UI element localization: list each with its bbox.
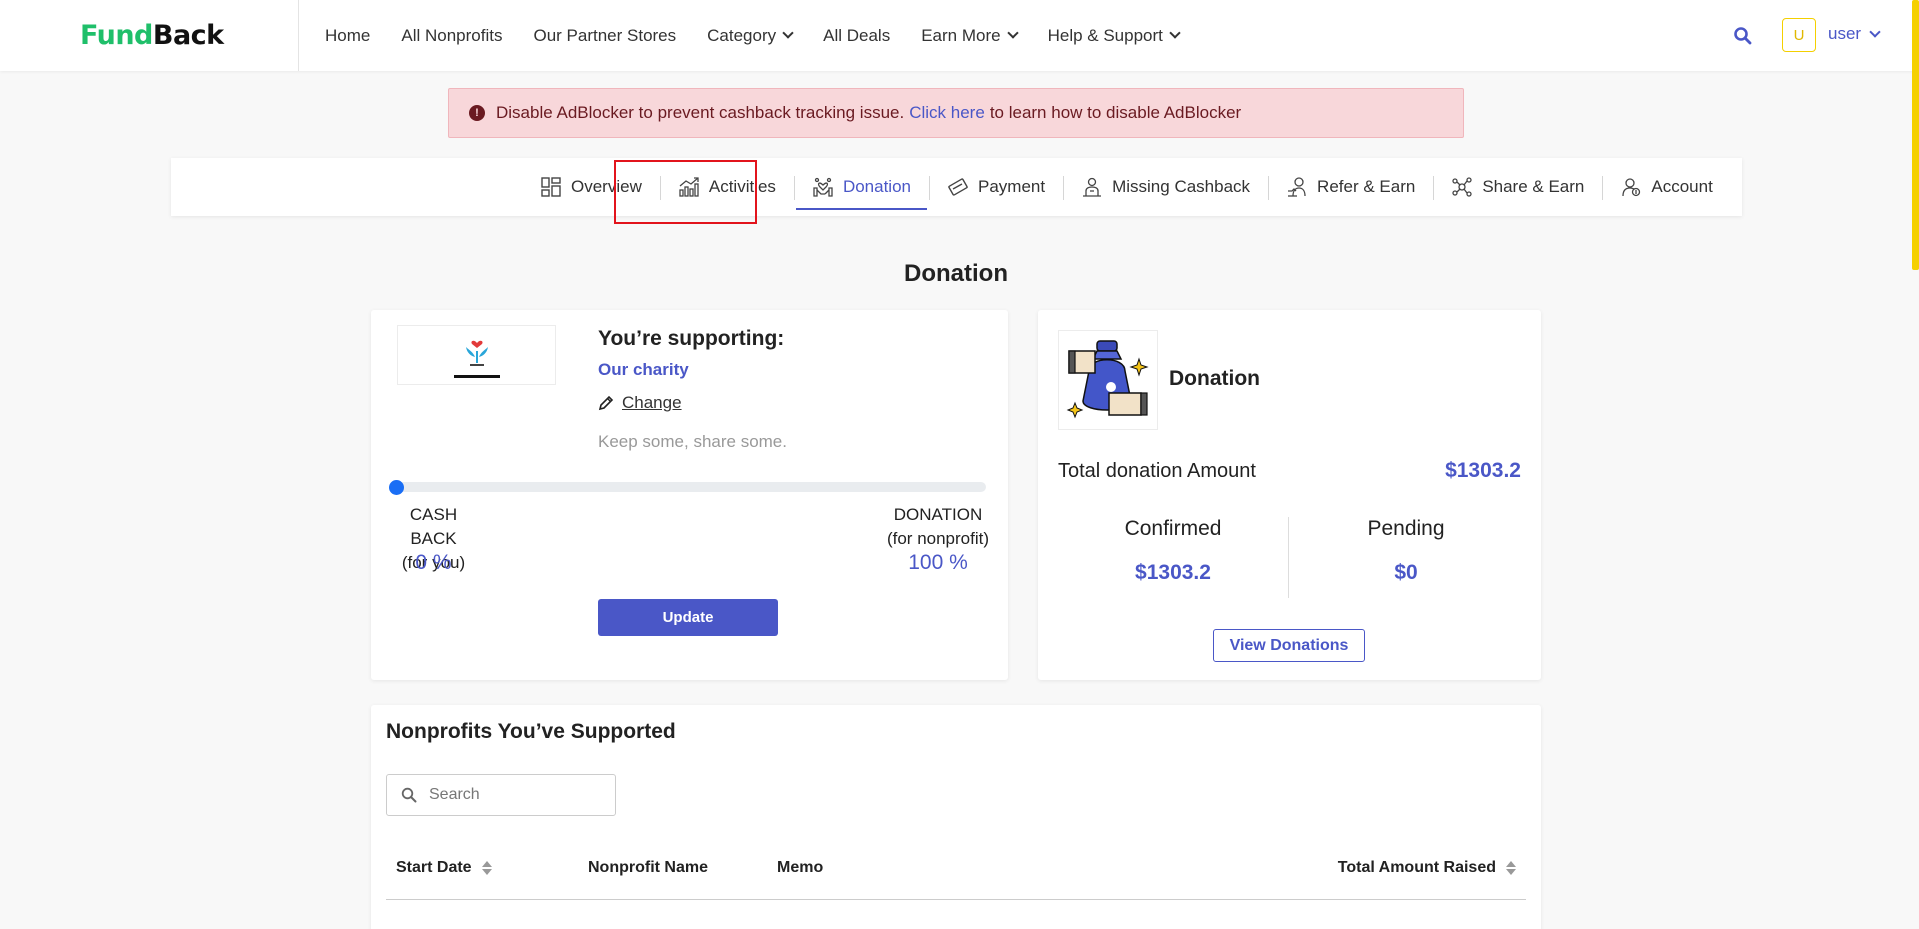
nav-all-deals[interactable]: All Deals (823, 26, 890, 46)
nonprofits-title: Nonprofits You’ve Supported (386, 720, 676, 743)
tab-missing-cashback[interactable]: Missing Cashback (1063, 158, 1268, 216)
refer-icon (1288, 177, 1306, 197)
payment-icon (948, 178, 968, 196)
alert-text-after: to learn how to disable AdBlocker (989, 103, 1242, 122)
search-icon (401, 787, 417, 803)
alert-learn-link[interactable]: Click here (909, 103, 985, 123)
confirmed-column: Confirmed $1303.2 (1058, 517, 1288, 585)
sort-icon[interactable] (1506, 861, 1516, 875)
nav-earn-more[interactable]: Earn More (921, 26, 1019, 46)
avatar[interactable]: U (1782, 18, 1816, 52)
cashback-title: CASH BACK (409, 505, 458, 548)
chevron-down-icon (1869, 25, 1881, 38)
update-button[interactable]: Update (598, 599, 778, 636)
confirmed-value: $1303.2 (1135, 561, 1211, 584)
supporting-card: You’re supporting: Our charity Change Ke… (371, 310, 1008, 680)
username-label: user (1828, 24, 1862, 43)
tab-donation[interactable]: Donation (793, 158, 929, 216)
column-header-memo: Memo (777, 859, 824, 876)
donation-label: DONATION (for nonprofit) (883, 503, 993, 551)
logo-back-text: Back (152, 20, 224, 51)
cashback-donation-slider[interactable] (389, 480, 986, 495)
share-icon (1452, 177, 1472, 197)
top-navbar: FundBack Home All Nonprofits Our Partner… (0, 0, 1919, 71)
active-tab-highlight (614, 160, 757, 224)
logo-fund-text: Fund (80, 20, 153, 51)
search-icon[interactable] (1733, 26, 1753, 46)
pencil-icon (598, 395, 614, 411)
donation-subtitle: (for nonprofit) (886, 529, 990, 548)
donation-summary-card: Donation Total donation Amount $1303.2 C… (1038, 310, 1541, 680)
column-divider (1288, 517, 1289, 598)
pending-label: Pending (1367, 517, 1445, 540)
alert-text: Disable AdBlocker to prevent cashback tr… (496, 103, 905, 122)
tab-account[interactable]: Account (1602, 158, 1730, 216)
charity-logo-image (465, 340, 488, 366)
donation-percent: 100 % (908, 551, 968, 574)
tab-payment[interactable]: Payment (929, 158, 1063, 216)
nav-partner-stores[interactable]: Our Partner Stores (533, 26, 676, 46)
page-scrollbar[interactable] (1912, 0, 1919, 270)
confirmed-label: Confirmed (1124, 517, 1222, 540)
donation-title: DONATION (893, 505, 983, 524)
alert-info-icon: ! (469, 105, 485, 121)
donation-icon (813, 177, 833, 197)
total-donation-label: Total donation Amount (1058, 460, 1256, 482)
search-placeholder: Search (429, 786, 480, 803)
main-nav: Home All Nonprofits Our Partner Stores C… (325, 0, 1210, 71)
account-icon (1622, 178, 1641, 197)
pending-column: Pending $0 (1291, 517, 1521, 585)
column-header-nonprofit-name: Nonprofit Name (588, 859, 708, 876)
donation-card-heading: Donation (1169, 367, 1260, 390)
overview-icon (541, 177, 561, 197)
user-menu[interactable]: user (1828, 24, 1881, 44)
chevron-down-icon (1006, 27, 1019, 39)
tab-refer-earn[interactable]: Refer & Earn (1268, 158, 1433, 216)
fundback-logo[interactable]: FundBack (80, 20, 224, 51)
view-donations-button[interactable]: View Donations (1213, 629, 1365, 662)
change-label: Change (622, 393, 682, 412)
donation-illustration (1058, 330, 1158, 430)
slider-handle[interactable] (389, 480, 404, 495)
tab-share-earn[interactable]: Share & Earn (1433, 158, 1602, 216)
charity-logo (397, 325, 556, 385)
nav-home[interactable]: Home (325, 26, 370, 46)
dashboard-tabs: Overview Activities Donation Payment Mis… (171, 158, 1742, 216)
nav-all-nonprofits[interactable]: All Nonprofits (401, 26, 502, 46)
chevron-down-icon (1169, 27, 1181, 39)
change-charity-link[interactable]: Change (598, 393, 682, 413)
column-header-start-date[interactable]: Start Date (396, 859, 492, 877)
supporting-heading: You’re supporting: (598, 327, 785, 350)
page-title: Donation (904, 260, 1008, 287)
sort-icon[interactable] (481, 861, 492, 875)
charity-logo-underline (453, 374, 500, 378)
column-header-total-raised[interactable]: Total Amount Raised (1338, 859, 1516, 877)
nonprofits-supported-card: Nonprofits You’ve Supported Search Start… (371, 705, 1541, 929)
nav-category[interactable]: Category (707, 26, 794, 46)
tagline: Keep some, share some. (598, 432, 787, 451)
nonprofit-search-input[interactable]: Search (386, 774, 616, 816)
table-header-divider (386, 899, 1526, 900)
missing-cashback-icon (1083, 177, 1102, 197)
charity-name-link[interactable]: Our charity (598, 360, 689, 380)
money-bag-hands-icon (1066, 340, 1149, 419)
pending-value: $0 (1394, 561, 1418, 584)
adblocker-alert: ! Disable AdBlocker to prevent cashback … (448, 88, 1464, 138)
navbar-divider (298, 0, 299, 71)
total-donation-value: $1303.2 (1445, 459, 1521, 482)
chevron-down-icon (782, 27, 794, 39)
cashback-percent: 0 % (415, 551, 452, 574)
nav-help-support[interactable]: Help & Support (1048, 26, 1181, 46)
